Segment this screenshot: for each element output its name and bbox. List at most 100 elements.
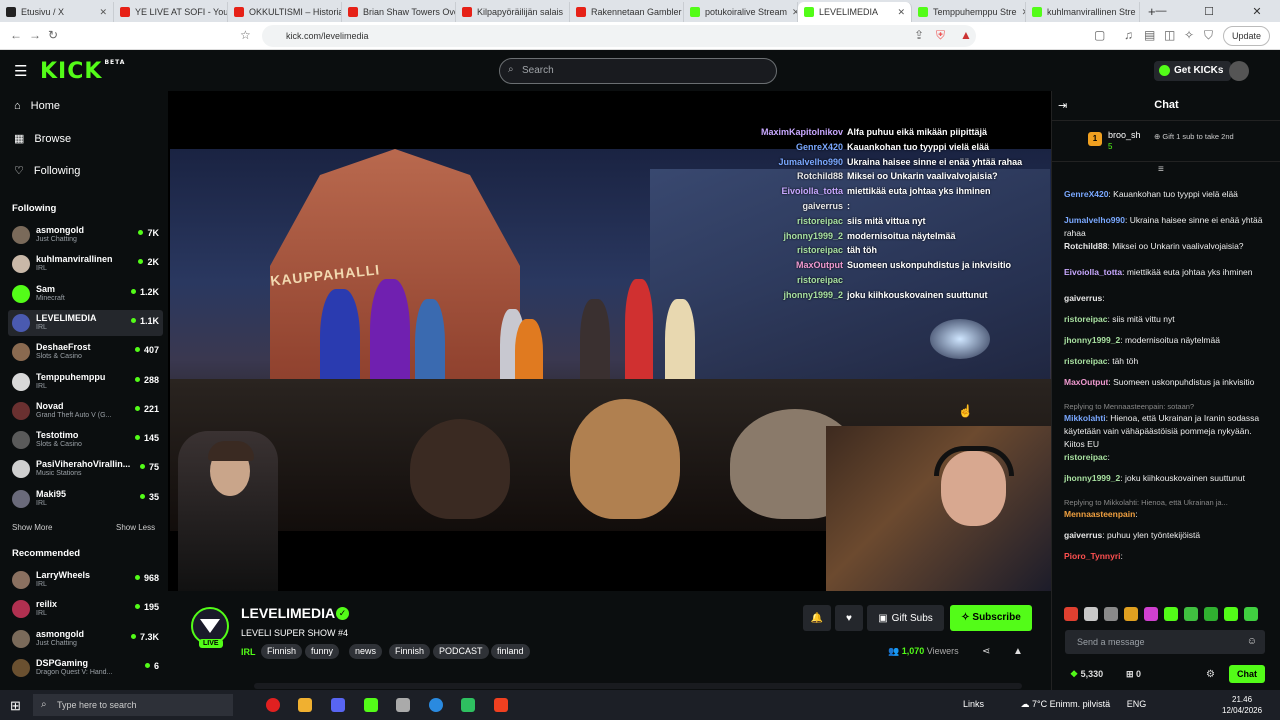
chat-username[interactable]: ristoreipac xyxy=(1064,452,1107,462)
chat-username[interactable]: ristoreipac xyxy=(1064,356,1107,366)
emote-icon[interactable] xyxy=(1064,607,1078,621)
channel-name[interactable]: LEVELIMEDIA xyxy=(241,605,335,621)
reading-list-icon[interactable]: ▤ xyxy=(1144,28,1155,42)
kicks-balance[interactable]: ❖ 5,330 xyxy=(1070,669,1103,680)
opera-icon[interactable] xyxy=(266,698,280,712)
chat-username[interactable]: GenreX420 xyxy=(1064,189,1108,199)
bookmark-icon[interactable]: ☆ xyxy=(240,28,251,42)
stream-tag[interactable]: finland xyxy=(491,644,530,659)
gift-subs-button[interactable]: ▣ Gift Subs xyxy=(867,605,944,631)
emote-icon[interactable] xyxy=(1204,607,1218,621)
stream-tag[interactable]: news xyxy=(349,644,383,659)
nav-browse[interactable]: ▦ Browse xyxy=(14,132,71,146)
emote-icon[interactable] xyxy=(1184,607,1198,621)
chat-message[interactable]: Mikkolahti: Hienoa, että Ukrainan ja Ira… xyxy=(1064,412,1264,451)
stream-tag[interactable]: funny xyxy=(305,644,340,659)
chat-username[interactable]: Eivoiolla_totta xyxy=(1064,267,1122,277)
brave-rewards-icon[interactable]: ▲ xyxy=(960,28,972,42)
chat-message[interactable]: ristoreipac: xyxy=(1064,451,1264,464)
address-bar[interactable]: kick.com/levelimedia xyxy=(262,25,976,47)
stream-category[interactable]: IRL xyxy=(241,647,256,657)
sidebar-channel[interactable]: PasiViherahoVirallin... Music Stations 75 xyxy=(8,456,163,482)
sidebar-channel[interactable]: kuhlmanvirallinen IRL 2K xyxy=(8,251,163,277)
show-less-link[interactable]: Show Less xyxy=(116,523,155,532)
extensions-icon[interactable]: ✧ xyxy=(1184,28,1194,42)
vpn-icon[interactable]: ⛉ xyxy=(1204,28,1213,43)
chat-username[interactable]: gaiverrus xyxy=(1064,530,1102,540)
chat-username[interactable]: Mennaasteenpain xyxy=(1064,509,1135,519)
sidebar-channel[interactable]: Sam Minecraft 1.2K xyxy=(8,281,163,307)
emote-icon[interactable] xyxy=(1084,607,1098,621)
channel-points[interactable]: ⊞ 0 xyxy=(1126,669,1141,680)
nav-following[interactable]: ♡ Following xyxy=(14,164,80,178)
chat-username[interactable]: jhonny1999_2 xyxy=(1064,473,1120,483)
browser-tab[interactable]: Brian Shaw Towers Over✕ xyxy=(342,2,456,22)
sidebar-channel[interactable]: LarryWheels IRL 968 xyxy=(8,567,163,593)
language-indicator[interactable]: ENG xyxy=(1127,699,1147,709)
kick-app-icon[interactable] xyxy=(364,698,378,712)
close-window-button[interactable]: ✕ xyxy=(1234,0,1280,22)
update-button[interactable]: Update xyxy=(1222,26,1270,46)
send-chat-button[interactable]: Chat xyxy=(1229,665,1265,683)
settings-icon[interactable]: ⚙ xyxy=(1206,669,1215,680)
video-player[interactable]: KAUPPAHALLI MaximKapitolnikov Alfa puhuu … xyxy=(168,91,1051,591)
emote-icon[interactable] xyxy=(1164,607,1178,621)
chat-username[interactable]: jhonny1999_2 xyxy=(1064,335,1120,345)
stream-tag[interactable]: Finnish xyxy=(389,644,431,659)
share-icon[interactable]: ⇪ xyxy=(914,28,924,42)
chat-message[interactable]: ristoreipac: täh töh xyxy=(1064,355,1264,368)
chat-message[interactable]: jhonny1999_2: joku kiihkouskovainen suut… xyxy=(1064,472,1264,485)
sidebar-channel[interactable]: LEVELIMEDIA IRL 1.1K xyxy=(8,309,163,336)
sidebar-toggle-icon[interactable]: ▢ xyxy=(1094,28,1105,42)
close-tab-icon[interactable]: ✕ xyxy=(99,7,107,18)
brave-icon[interactable] xyxy=(494,698,508,712)
avatar[interactable] xyxy=(1229,61,1249,81)
brave-shield-icon[interactable]: ⛨ xyxy=(936,28,945,43)
browser-tab[interactable]: LEVELIMEDIA ✕ xyxy=(798,2,912,22)
emote-icon[interactable] xyxy=(1144,607,1158,621)
clock[interactable]: 21.46 12/04/2026 xyxy=(1222,694,1262,716)
browser-tab[interactable]: Rakennetaan Gambler✕ xyxy=(570,2,684,22)
report-icon[interactable]: ▲ xyxy=(1013,646,1023,657)
sidebar-channel[interactable]: Novad Grand Theft Auto V (G... 221 xyxy=(8,398,163,424)
chat-username[interactable]: ristoreipac xyxy=(1064,314,1107,324)
chat-username[interactable]: Mikkolahti xyxy=(1064,413,1106,423)
wallet-icon[interactable]: ◫ xyxy=(1164,28,1175,42)
browser-tab[interactable]: kuhlmanvirallinen Stre✕ xyxy=(1026,2,1140,22)
gift-promo[interactable]: ⊕ Gift 1 sub to take 2nd xyxy=(1154,132,1234,141)
links-toolbar[interactable]: Links xyxy=(963,699,984,709)
edge-icon[interactable] xyxy=(429,698,443,712)
sidebar-channel[interactable]: reilix IRL 195 xyxy=(8,596,163,622)
emote-icon[interactable] xyxy=(1104,607,1118,621)
subscribe-button[interactable]: ✧ Subscribe xyxy=(950,605,1032,631)
media-icon[interactable]: ♫ xyxy=(1124,28,1133,42)
show-more-link[interactable]: Show More xyxy=(12,523,52,532)
chat-message[interactable]: Rotchild88: Miksei oo Unkarin vaalivalvo… xyxy=(1064,240,1264,253)
pinned-user[interactable]: broo_sh xyxy=(1108,130,1141,140)
reload-icon[interactable]: ↻ xyxy=(48,28,58,42)
forward-icon[interactable]: → xyxy=(29,28,41,42)
nav-home[interactable]: ⌂ Home xyxy=(14,100,60,112)
chat-message[interactable]: gaiverrus: puhuu ylen työntekijöistä xyxy=(1064,529,1264,542)
maximize-window-button[interactable]: ☐ xyxy=(1186,0,1232,22)
chat-message[interactable]: Mennaasteenpain: xyxy=(1064,508,1264,521)
vpn-app-icon[interactable] xyxy=(396,698,410,712)
chat-username[interactable]: Rotchild88 xyxy=(1064,241,1107,251)
chat-message[interactable]: jhonny1999_2: modernisoitua näytelmää xyxy=(1064,334,1264,347)
discord-icon[interactable] xyxy=(331,698,345,712)
emote-icon[interactable] xyxy=(1124,607,1138,621)
windows-start-icon[interactable]: ⊞ xyxy=(10,698,21,714)
minimize-window-button[interactable]: — xyxy=(1138,0,1184,22)
chat-message[interactable]: Eivoiolla_totta: miettikää euta johtaa y… xyxy=(1064,266,1264,279)
chat-input[interactable]: Send a message ☺ xyxy=(1065,630,1265,654)
browser-tab[interactable]: OKKULTISMI – Historia✕ xyxy=(228,2,342,22)
emote-icon[interactable] xyxy=(1244,607,1258,621)
emote-icon[interactable] xyxy=(1224,607,1238,621)
chat-message[interactable]: GenreX420: Kauankohan tuo tyyppi vielä e… xyxy=(1064,188,1264,201)
browser-tab[interactable]: potukoiralive Stream✕ xyxy=(684,2,798,22)
sidebar-channel[interactable]: DSPGaming Dragon Quest V: Hand... 6 xyxy=(8,655,163,681)
notification-button[interactable]: 🔔 xyxy=(803,605,831,631)
follow-button[interactable]: ♥ xyxy=(835,605,863,631)
sidebar-channel[interactable]: asmongold Just Chatting 7.3K xyxy=(8,626,163,652)
taskbar-search[interactable]: ⌕ Type here to search xyxy=(33,694,233,716)
